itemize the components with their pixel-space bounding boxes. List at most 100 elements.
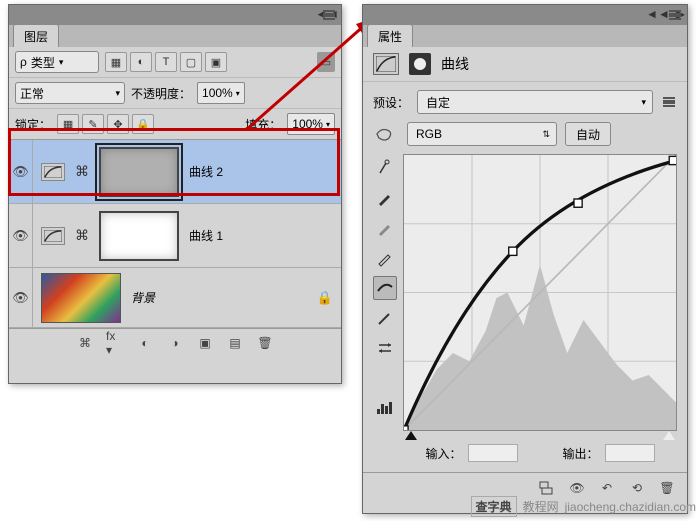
channel-row: RGB ⇅ 自动 xyxy=(373,122,677,146)
gray-point-eyedropper[interactable] xyxy=(373,216,397,240)
watermark-logo: 查字典 xyxy=(471,496,517,517)
curve-graph[interactable] xyxy=(403,154,677,431)
opacity-field[interactable]: 100% ▾ xyxy=(197,82,245,104)
curves-adj-icon[interactable] xyxy=(41,163,65,181)
lock-label: 锁定： xyxy=(15,116,51,133)
properties-title: 曲线 xyxy=(441,54,469,74)
visibility-toggle[interactable]: 👁 xyxy=(9,204,33,267)
white-slider[interactable] xyxy=(663,431,675,440)
lock-position-icon[interactable]: ✥ xyxy=(107,114,129,134)
lock-pixels-icon[interactable]: ✎ xyxy=(82,114,104,134)
filter-adjust-icon[interactable]: ◐ xyxy=(130,52,152,72)
filter-icon: ρ xyxy=(20,55,27,69)
curve-point-tool[interactable] xyxy=(373,276,397,300)
layer-name[interactable]: 曲线 1 xyxy=(189,227,223,244)
clip-icon[interactable] xyxy=(537,480,557,496)
fx-icon[interactable]: fx ▾ xyxy=(106,334,124,352)
link-layers-icon[interactable]: ⌘ xyxy=(76,334,94,352)
curve-draw-tool[interactable] xyxy=(373,306,397,330)
histogram-icon[interactable] xyxy=(373,396,397,420)
reset-icon[interactable]: ⟲ xyxy=(627,480,647,496)
group-icon[interactable]: ▣ xyxy=(196,334,214,352)
input-value[interactable] xyxy=(468,444,518,462)
opacity-value: 100% xyxy=(202,86,233,100)
toggle-visibility-icon[interactable]: 👁 xyxy=(567,480,587,496)
watermark: 查字典 教程网 jiaocheng.chazidian.com xyxy=(471,496,696,517)
chevron-updown-icon: ⇅ xyxy=(542,129,550,140)
panel-menu-icon[interactable] xyxy=(667,8,683,22)
filter-shape-icon[interactable]: ▢ xyxy=(180,52,202,72)
lock-all-icon[interactable]: 🔒 xyxy=(132,114,154,134)
chevron-down-icon: ▾ xyxy=(641,97,646,108)
input-label: 输入： xyxy=(425,445,461,462)
filter-smart-icon[interactable]: ▣ xyxy=(205,52,227,72)
opacity-label: 不透明度： xyxy=(131,85,191,102)
targeted-adjust-tool[interactable] xyxy=(373,156,397,180)
trash-icon[interactable]: 🗑 xyxy=(256,334,274,352)
new-layer-icon[interactable]: ▤ xyxy=(226,334,244,352)
auto-button[interactable]: 自动 xyxy=(565,122,611,146)
preset-value: 自定 xyxy=(426,94,450,111)
layer-name[interactable]: 曲线 2 xyxy=(189,163,223,180)
watermark-label: 教程网 xyxy=(523,498,559,515)
prev-state-icon[interactable]: ↶ xyxy=(597,480,617,496)
smooth-tool[interactable] xyxy=(373,336,397,360)
channel-value: RGB xyxy=(416,127,442,141)
channel-dropdown[interactable]: RGB ⇅ xyxy=(407,122,557,146)
link-icon[interactable]: ⌘ xyxy=(75,227,89,244)
preset-label: 预设： xyxy=(373,94,409,111)
properties-body: 预设： 自定 ▾ RGB ⇅ 自动 xyxy=(363,82,687,472)
blend-value: 正常 xyxy=(20,85,44,102)
layer-row-background[interactable]: 👁 背景 🔒 xyxy=(9,268,341,328)
layer-mask-thumb[interactable] xyxy=(99,147,179,197)
preset-dropdown[interactable]: 自定 ▾ xyxy=(417,90,653,114)
output-value[interactable] xyxy=(605,444,655,462)
layer-content: ⌘ 曲线 2 xyxy=(33,147,341,197)
filter-value: 类型 xyxy=(31,54,55,71)
properties-tab[interactable]: 属性 xyxy=(367,24,413,47)
finger-icon[interactable] xyxy=(373,126,399,142)
properties-title-row: 曲线 xyxy=(363,47,687,82)
layers-tab[interactable]: 图层 xyxy=(13,24,59,47)
filter-text-icon[interactable]: T xyxy=(155,52,177,72)
layers-list: 👁 ⌘ 曲线 2 👁 ⌘ 曲线 1 👁 xyxy=(9,140,341,328)
layer-row-curves-2[interactable]: 👁 ⌘ 曲线 2 xyxy=(9,140,341,204)
eye-icon: 👁 xyxy=(12,164,29,180)
link-icon[interactable]: ⌘ xyxy=(75,163,89,180)
layer-mask-thumb[interactable] xyxy=(99,211,179,261)
curves-icon[interactable] xyxy=(373,53,399,75)
visibility-toggle[interactable]: 👁 xyxy=(9,140,33,203)
eye-icon: 👁 xyxy=(12,290,29,306)
layers-bottom-toolbar: ⌘ fx ▾ ◐ ◑ ▣ ▤ 🗑 xyxy=(9,328,341,356)
visibility-toggle[interactable]: 👁 xyxy=(9,268,33,327)
mask-icon[interactable] xyxy=(409,53,431,75)
input-field: 输入： xyxy=(425,444,517,462)
arrow-annotation xyxy=(240,16,380,136)
properties-tabbar: 属性 xyxy=(363,25,687,47)
layer-name[interactable]: 背景 xyxy=(131,289,155,306)
lock-icon[interactable]: 🔒 xyxy=(317,290,333,306)
curve-sliders[interactable] xyxy=(403,431,677,440)
filter-pixel-icon[interactable]: ▦ xyxy=(105,52,127,72)
output-field: 输出： xyxy=(562,444,654,462)
black-point-eyedropper[interactable] xyxy=(373,186,397,210)
layer-thumb[interactable] xyxy=(41,273,121,323)
white-point-eyedropper[interactable] xyxy=(373,246,397,270)
black-slider[interactable] xyxy=(405,431,417,440)
lock-transparency-icon[interactable]: ▦ xyxy=(57,114,79,134)
output-label: 输出： xyxy=(562,445,598,462)
properties-panel: ◄◄ ▶ 属性 曲线 预设： 自定 ▾ RGB ⇅ xyxy=(362,4,688,514)
adjustment-icon[interactable]: ◑ xyxy=(166,334,184,352)
io-row: 输入： 输出： xyxy=(403,440,677,464)
curves-adj-icon[interactable] xyxy=(41,227,65,245)
layer-content: 背景 🔒 xyxy=(33,273,341,323)
preset-menu-icon[interactable] xyxy=(661,95,677,109)
panel-header: ◄◄ ▶ xyxy=(363,5,687,25)
chevron-down-icon: ▾ xyxy=(59,57,64,68)
curve-tools xyxy=(373,156,397,464)
trash-icon[interactable]: 🗑 xyxy=(657,480,677,496)
mask-icon[interactable]: ◐ xyxy=(136,334,154,352)
blend-mode-dropdown[interactable]: 正常 ▾ xyxy=(15,82,125,104)
layer-filter-dropdown[interactable]: ρ 类型 ▾ xyxy=(15,51,99,73)
layer-row-curves-1[interactable]: 👁 ⌘ 曲线 1 xyxy=(9,204,341,268)
